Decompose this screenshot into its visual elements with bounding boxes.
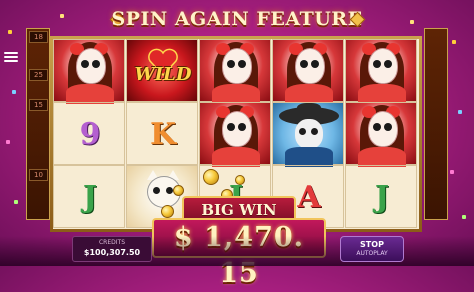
- confetti: [450, 170, 454, 174]
- wild-label: WILD: [134, 64, 192, 85]
- eye: [166, 187, 173, 194]
- reel-symbol-lady: [199, 102, 271, 167]
- feature-title: SPIN AGAIN FEATURE: [111, 8, 363, 30]
- confetti: [462, 215, 466, 219]
- payline-strip-left: 18 25 15 10: [26, 28, 50, 220]
- lady-dress: [66, 84, 114, 104]
- eye: [300, 60, 308, 68]
- confetti: [12, 90, 16, 94]
- mariachi-jacket: [285, 147, 333, 167]
- eye: [384, 123, 392, 131]
- reel-symbol-lady: [199, 39, 271, 104]
- coin-icon: [203, 169, 219, 185]
- reel-symbol-lady: [272, 39, 344, 104]
- payline-number: 10: [29, 169, 48, 181]
- eye: [238, 123, 246, 131]
- menu-icon[interactable]: [4, 50, 18, 64]
- confetti: [452, 40, 456, 44]
- stop-autoplay-button[interactable]: STOP AUTOPLAY: [340, 236, 404, 262]
- payline-number: 18: [29, 31, 48, 43]
- payline-number: 15: [29, 99, 48, 111]
- sugar-skull-face: [76, 48, 106, 84]
- sugar-skull-face: [368, 48, 398, 84]
- skull-face: [295, 119, 323, 149]
- reel-symbol-lady: [53, 39, 125, 104]
- sugar-skull-face: [222, 48, 252, 84]
- eye: [299, 128, 306, 135]
- reel-symbol-k: K: [126, 102, 198, 165]
- credits-display: CREDITS $100,307.50: [72, 236, 152, 262]
- sugar-skull-face: [295, 48, 325, 84]
- eye: [311, 128, 318, 135]
- lady-dress: [285, 84, 333, 104]
- confetti: [8, 30, 12, 34]
- eye: [238, 60, 246, 68]
- eye: [92, 60, 100, 68]
- reel-symbol-j: J: [345, 165, 417, 228]
- reel-symbol-9: 9: [53, 102, 125, 165]
- lady-dress: [212, 147, 260, 167]
- autoplay-label: AUTOPLAY: [356, 250, 388, 257]
- eye: [227, 60, 235, 68]
- eye: [311, 60, 319, 68]
- symbol-letter: J: [374, 180, 390, 215]
- payline-strip-right: [424, 28, 448, 220]
- menu-bar: [4, 60, 18, 62]
- eye: [153, 187, 160, 194]
- symbol-letter: 9: [79, 117, 101, 152]
- sugar-skull-face: [222, 111, 252, 147]
- coin-icon: [235, 175, 245, 185]
- reel-symbol-wild: WILD: [126, 39, 198, 102]
- symbol-letter: J: [82, 180, 98, 215]
- menu-bar: [4, 56, 18, 58]
- reel-symbol-lady: [345, 39, 417, 104]
- eye: [227, 123, 235, 131]
- reel-symbol-mariachi: [272, 102, 344, 167]
- confetti: [14, 200, 18, 204]
- eye: [373, 60, 381, 68]
- reel-symbol-lady: [345, 102, 417, 167]
- payline-number: 25: [29, 69, 48, 81]
- lady-dress: [212, 84, 260, 104]
- confetti: [458, 110, 462, 114]
- stop-label: STOP: [360, 240, 384, 249]
- lady-dress: [358, 147, 406, 167]
- lady-dress: [358, 84, 406, 104]
- coin-icon: [173, 185, 184, 196]
- sugar-skull-face: [368, 111, 398, 147]
- coin-icon: [161, 205, 174, 218]
- eye: [384, 60, 392, 68]
- reel-symbol-j: J: [53, 165, 125, 228]
- credits-value: $100,307.50: [83, 248, 141, 257]
- confetti: [6, 140, 10, 144]
- menu-bar: [4, 52, 18, 54]
- eye: [81, 60, 89, 68]
- symbol-letter: K: [149, 117, 177, 152]
- credits-label: CREDITS: [98, 239, 125, 246]
- eye: [373, 123, 381, 131]
